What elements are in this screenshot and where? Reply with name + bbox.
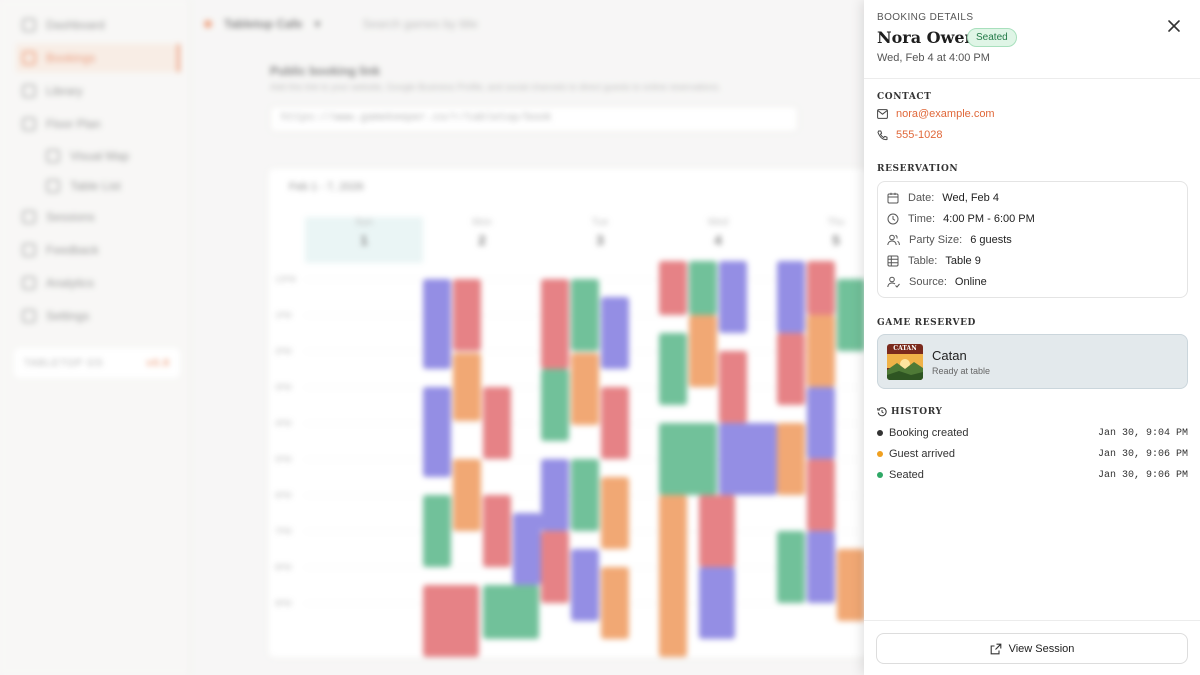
mail-icon bbox=[877, 109, 888, 119]
game-thumb-title: CATAN bbox=[893, 345, 917, 352]
user-source-icon bbox=[887, 276, 900, 288]
contact-heading: CONTACT bbox=[877, 92, 932, 102]
history-icon bbox=[877, 407, 887, 417]
history-dot bbox=[877, 472, 883, 478]
history-dot bbox=[877, 451, 883, 457]
table-icon bbox=[887, 255, 899, 267]
history-timestamp: Jan 30, 9:04 PM bbox=[1097, 427, 1188, 439]
close-button[interactable] bbox=[1164, 16, 1184, 36]
panel-header: BOOKING DETAILS Nora Owen Seated Wed, Fe… bbox=[864, 0, 1200, 79]
history-event: Booking created Jan 30, 9:04 PM bbox=[877, 425, 1188, 441]
history-event: Seated Jan 30, 9:06 PM bbox=[877, 467, 1188, 483]
reservation-time-row: Time: 4:00 PM - 6:00 PM bbox=[887, 211, 1035, 227]
reservation-date-row: Date: Wed, Feb 4 bbox=[887, 190, 999, 206]
users-icon bbox=[887, 234, 900, 246]
booking-datetime: Wed, Feb 4 at 4:00 PM bbox=[877, 52, 990, 64]
reservation-party-row: Party Size: 6 guests bbox=[887, 232, 1012, 248]
history-event: Guest arrived Jan 30, 9:06 PM bbox=[877, 446, 1188, 462]
view-session-button[interactable]: View Session bbox=[876, 633, 1188, 664]
reserved-game-card[interactable]: CATAN Catan Ready at table bbox=[877, 334, 1188, 389]
reservation-source-row: Source: Online bbox=[887, 274, 987, 290]
booking-details-panel: BOOKING DETAILS Nora Owen Seated Wed, Fe… bbox=[864, 0, 1200, 675]
clock-icon bbox=[887, 213, 899, 225]
phone-link[interactable]: 555-1028 bbox=[896, 129, 943, 141]
panel-footer: View Session bbox=[864, 620, 1200, 675]
game-heading: GAME RESERVED bbox=[877, 318, 976, 328]
reservation-table-row: Table: Table 9 bbox=[887, 253, 981, 269]
reservation-card: Date: Wed, Feb 4 Time: 4:00 PM - 6:00 PM P… bbox=[877, 181, 1188, 298]
calendar-icon bbox=[887, 192, 899, 204]
close-icon bbox=[1168, 20, 1180, 32]
history-timestamp: Jan 30, 9:06 PM bbox=[1097, 448, 1188, 460]
game-name: Catan bbox=[932, 348, 967, 363]
reservation-heading: RESERVATION bbox=[877, 164, 959, 174]
phone-icon bbox=[877, 130, 888, 140]
contact-email[interactable]: nora@example.com bbox=[877, 108, 995, 120]
history-dot bbox=[877, 430, 883, 436]
history-heading: HISTORY bbox=[877, 407, 943, 417]
history-timestamp: Jan 30, 9:06 PM bbox=[1097, 469, 1188, 481]
status-badge: Seated bbox=[967, 28, 1017, 47]
panel-eyebrow: BOOKING DETAILS bbox=[877, 12, 974, 23]
email-link[interactable]: nora@example.com bbox=[896, 108, 995, 120]
external-link-icon bbox=[990, 643, 1001, 654]
guest-name: Nora Owen bbox=[877, 28, 977, 47]
game-thumbnail: CATAN bbox=[887, 344, 923, 380]
game-status: Ready at table bbox=[932, 366, 991, 376]
contact-phone[interactable]: 555-1028 bbox=[877, 129, 943, 141]
